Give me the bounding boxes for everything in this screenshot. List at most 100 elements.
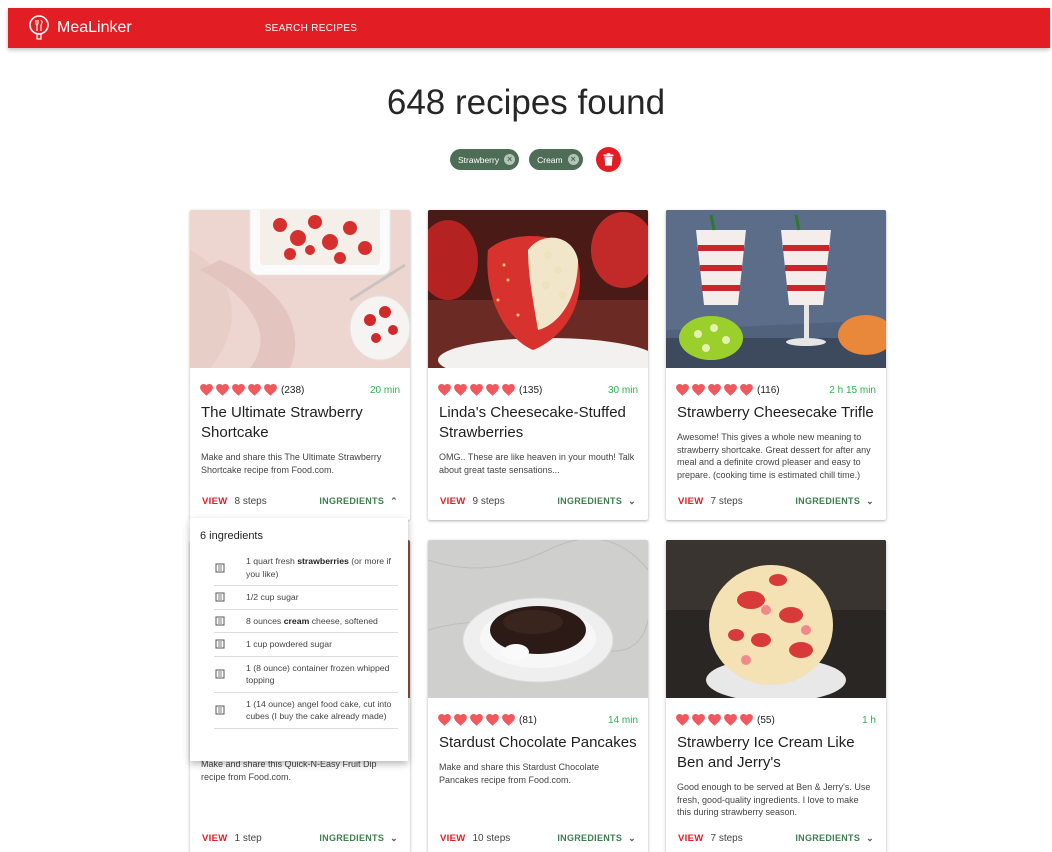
chevron-up-icon: ⌃ — [390, 495, 398, 506]
ingredient-text-pre: 8 ounces — [246, 615, 284, 626]
ingredients-toggle[interactable]: INGREDIENTS ⌄ — [557, 833, 636, 844]
measuring-cup-icon — [215, 592, 225, 602]
remove-chip-icon[interactable]: × — [567, 154, 579, 165]
view-button[interactable]: VIEW — [440, 496, 465, 507]
heart-icon — [470, 384, 483, 396]
filter-chip-strawberry[interactable]: Strawberry × — [450, 149, 520, 170]
recipe-photo[interactable] — [666, 210, 886, 368]
view-button[interactable]: VIEW — [440, 833, 465, 844]
heart-icon — [486, 384, 499, 396]
ingredients-list: 1 quart fresh strawberries (or more if y… — [200, 550, 398, 729]
clear-filters-button[interactable] — [595, 147, 621, 172]
ingredient-text-pre: 1/2 cup sugar — [246, 592, 299, 602]
heart-icon — [486, 714, 499, 726]
recipe-photo[interactable] — [428, 210, 648, 382]
trash-icon — [603, 153, 614, 166]
heart-icon — [502, 714, 515, 726]
filter-chip-label: Strawberry — [458, 154, 500, 165]
heart-icon — [708, 384, 721, 396]
ingredient-row: 1/2 cup sugar — [214, 586, 398, 610]
rating-count: (81) — [519, 714, 537, 726]
rating-hearts: (55) — [676, 714, 775, 726]
heart-icon — [740, 714, 753, 726]
app-title[interactable]: MeaLinker — [57, 19, 132, 37]
view-button[interactable]: VIEW — [678, 496, 703, 507]
ingredients-toggle[interactable]: INGREDIENTS ⌄ — [319, 833, 398, 844]
heart-icon — [200, 384, 213, 396]
ingredients-toggle[interactable]: INGREDIENTS ⌄ — [795, 496, 874, 507]
rating-hearts: (81) — [438, 714, 537, 726]
recipe-card: (116) 2 h 15 min Strawberry Cheesecake T… — [666, 210, 886, 520]
results-headline: 648 recipes found — [386, 83, 666, 122]
heart-icon — [264, 384, 277, 396]
ingredients-label: INGREDIENTS — [319, 833, 385, 843]
ingredient-row: 1 (8 ounce) container frozen whipped top… — [214, 657, 398, 693]
view-button[interactable]: VIEW — [678, 833, 703, 844]
recipe-card: (238) 20 min The Ultimate Strawberry Sho… — [190, 210, 410, 520]
measuring-cup-icon — [215, 669, 225, 679]
filter-chip-cream[interactable]: Cream × — [529, 149, 583, 170]
recipe-description: OMG.. These are like heaven in your mout… — [439, 452, 635, 475]
recipe-description: Awesome! This gives a whole new meaning … — [677, 432, 871, 480]
card-actions: VIEW 7 steps INGREDIENTS ⌄ — [666, 482, 886, 520]
recipe-title[interactable]: Strawberry Ice Cream Like Ben and Jerry'… — [666, 727, 886, 773]
rating-hearts: (135) — [438, 384, 542, 396]
heart-icon — [692, 714, 705, 726]
heart-icon — [216, 384, 229, 396]
app-bar: MeaLinker SEARCH RECIPES — [8, 8, 1050, 48]
heart-icon — [676, 384, 689, 396]
ingredients-toggle[interactable]: INGREDIENTS ⌄ — [795, 833, 874, 844]
ingredients-toggle[interactable]: INGREDIENTS ⌄ — [557, 496, 636, 507]
recipe-title[interactable]: The Ultimate Strawberry Shortcake — [190, 397, 410, 443]
ingredient-text: 1 quart fresh strawberries (or more if y… — [246, 550, 398, 585]
cook-time: 20 min — [369, 384, 400, 396]
card-actions: VIEW 9 steps INGREDIENTS ⌄ — [428, 482, 648, 520]
ingredient-highlight: cream — [283, 615, 310, 626]
chevron-down-icon: ⌄ — [866, 495, 874, 506]
step-count: 7 steps — [710, 495, 743, 507]
cook-time: 30 min — [607, 384, 638, 396]
step-count: 8 steps — [234, 495, 267, 507]
recipe-photo[interactable] — [428, 540, 648, 698]
heart-icon — [232, 384, 245, 396]
card-actions: VIEW 10 steps INGREDIENTS ⌄ — [428, 819, 648, 852]
filter-chips: Strawberry × Cream × — [450, 147, 621, 172]
chevron-down-icon: ⌄ — [390, 832, 398, 843]
heart-icon — [724, 384, 737, 396]
card-actions: VIEW 8 steps INGREDIENTS ⌃ — [190, 482, 410, 520]
rating-count: (135) — [519, 384, 543, 396]
ingredient-highlight: strawberries — [297, 556, 349, 566]
view-button[interactable]: VIEW — [202, 496, 227, 507]
rating-hearts: (238) — [200, 384, 304, 396]
search-recipes-link[interactable]: SEARCH RECIPES — [265, 23, 358, 34]
recipe-photo[interactable] — [190, 210, 410, 368]
cook-time: 2 h 15 min — [829, 384, 876, 396]
card-actions: VIEW 7 steps INGREDIENTS ⌄ — [666, 819, 886, 852]
recipe-card: (81) 14 min Stardust Chocolate Pancakes … — [428, 540, 648, 852]
ingredient-row: 1 (14 ounce) angel food cake, cut into c… — [214, 693, 398, 729]
ingredient-text-pre: 1 (8 ounce) container frozen whipped top… — [246, 662, 390, 686]
remove-chip-icon[interactable]: × — [504, 154, 516, 165]
logo-icon[interactable] — [28, 15, 50, 41]
heart-icon — [724, 714, 737, 726]
heart-icon — [676, 714, 689, 726]
step-count: 7 steps — [710, 832, 743, 844]
heart-icon — [470, 714, 483, 726]
recipe-photo[interactable] — [666, 540, 886, 702]
ingredient-text-pre: 1 cup powdered sugar — [246, 639, 332, 649]
recipe-description: Make and share this The Ultimate Strawbe… — [201, 452, 382, 475]
recipe-title[interactable]: Linda's Cheesecake-Stuffed Strawberries — [428, 397, 648, 443]
recipe-title[interactable]: Strawberry Cheesecake Trifle — [666, 397, 886, 423]
ingredient-row: 1 quart fresh strawberries (or more if y… — [214, 550, 398, 586]
ingredients-heading: 6 ingredients — [200, 530, 263, 542]
chevron-down-icon: ⌄ — [628, 495, 636, 506]
view-button[interactable]: VIEW — [202, 833, 227, 844]
recipe-title[interactable]: Stardust Chocolate Pancakes — [428, 727, 648, 753]
step-count: 10 steps — [472, 832, 511, 844]
ingredient-text: 8 ounces cream cheese, softened — [246, 610, 378, 633]
chevron-down-icon: ⌄ — [866, 832, 874, 843]
ingredients-toggle[interactable]: INGREDIENTS ⌃ — [319, 496, 398, 507]
measuring-cup-icon — [215, 705, 225, 715]
measuring-cup-icon — [215, 616, 225, 626]
cook-time: 1 h — [862, 714, 876, 726]
